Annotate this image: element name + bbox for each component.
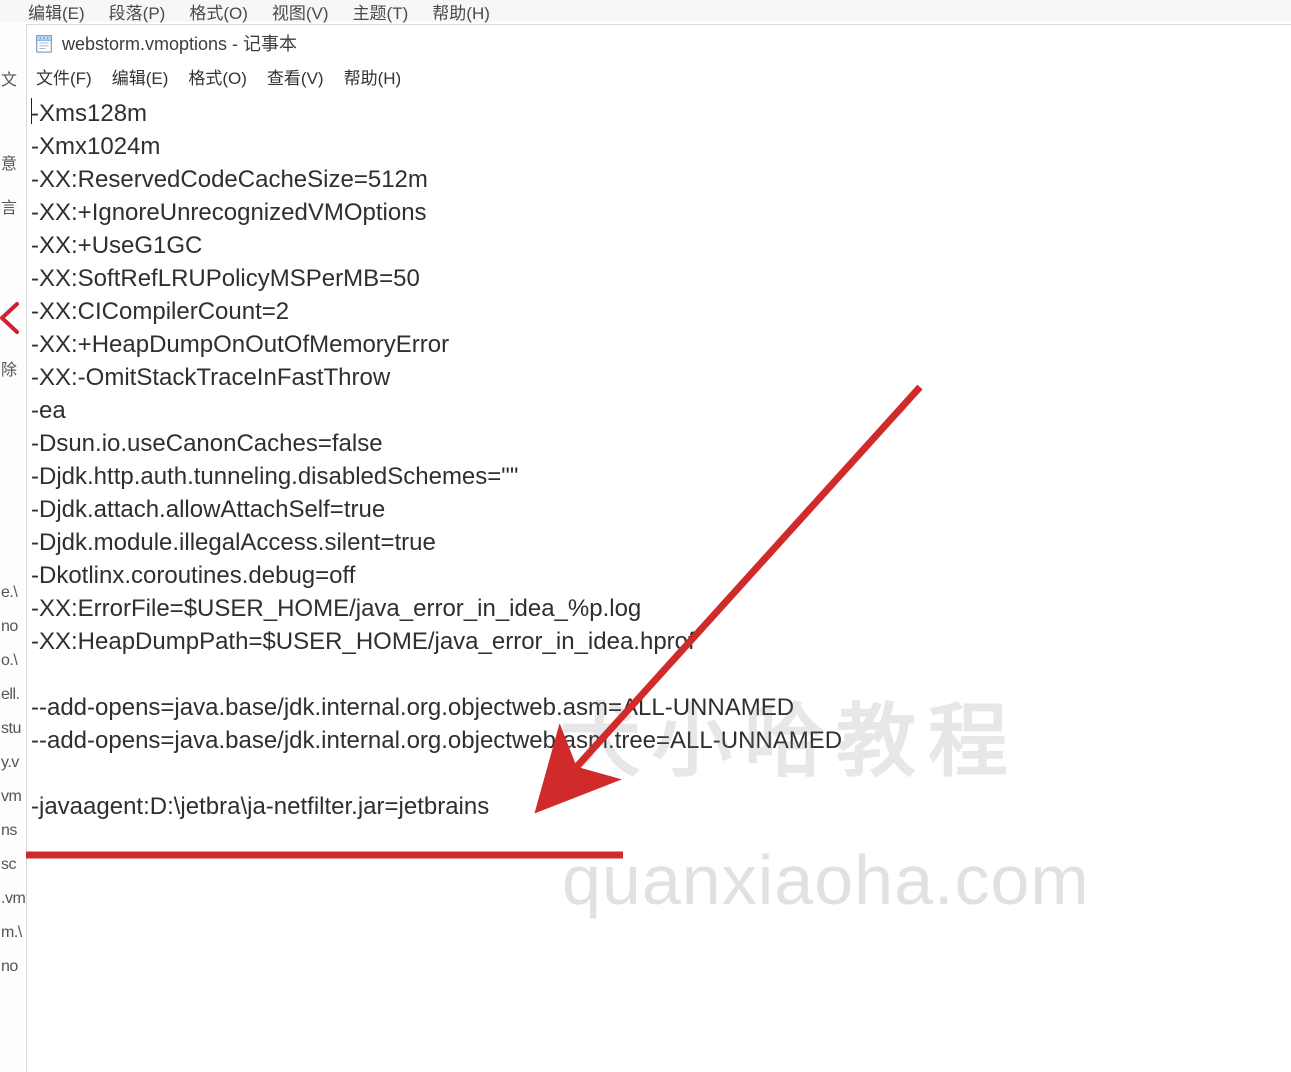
editor-line: -javaagent:D:\jetbra\ja-netfilter.jar=je…	[31, 793, 489, 820]
editor-line: -Xmx1024m	[31, 133, 160, 160]
background-app-menubar: 编辑(E) 段落(P) 格式(O) 视图(V) 主题(T) 帮助(H)	[0, 0, 1291, 22]
background-text-fragment: no	[1, 618, 18, 636]
editor-line: -Djdk.http.auth.tunneling.disabledScheme…	[31, 463, 518, 490]
background-text-fragment: ns	[1, 822, 17, 840]
bg-menu-item[interactable]: 格式(O)	[189, 0, 248, 24]
notepad-menubar: 文件(F) 编辑(E) 格式(O) 查看(V) 帮助(H)	[27, 61, 1291, 91]
background-text-fragment: 意	[1, 150, 17, 174]
editor-line: -XX:+IgnoreUnrecognizedVMOptions	[31, 199, 427, 226]
menu-format[interactable]: 格式(O)	[185, 63, 250, 90]
editor-line: -XX:ErrorFile=$USER_HOME/java_error_in_i…	[31, 595, 641, 622]
editor-line: -XX:ReservedCodeCacheSize=512m	[31, 166, 428, 193]
editor-line: -Djdk.attach.allowAttachSelf=true	[31, 496, 385, 523]
background-text-fragment: e.\	[1, 584, 17, 602]
editor-line: -XX:CICompilerCount=2	[31, 298, 289, 325]
editor-line: --add-opens=java.base/jdk.internal.org.o…	[31, 694, 794, 721]
window-titlebar[interactable]: webstorm.vmoptions - 记事本	[27, 25, 1291, 61]
editor-line: -ea	[31, 397, 66, 424]
background-text-fragment: ell.	[1, 686, 19, 704]
editor-line: -Dkotlinx.coroutines.debug=off	[31, 562, 355, 589]
editor-line: -XX:HeapDumpPath=$USER_HOME/java_error_i…	[31, 628, 695, 655]
menu-help[interactable]: 帮助(H)	[341, 63, 405, 90]
editor-line: --add-opens=java.base/jdk.internal.org.o…	[31, 727, 842, 754]
editor-line: -XX:-OmitStackTraceInFastThrow	[31, 364, 390, 391]
background-text-fragment: 除	[1, 356, 17, 380]
bg-menu-item[interactable]: 主题(T)	[353, 0, 409, 24]
background-text-fragment: .vm	[1, 890, 25, 908]
editor-line: -XX:SoftRefLRUPolicyMSPerMB=50	[31, 265, 420, 292]
notepad-window: webstorm.vmoptions - 记事本 文件(F) 编辑(E) 格式(…	[26, 24, 1291, 1072]
background-text-fragment: o.\	[1, 652, 17, 670]
text-editor-area[interactable]: -Xms128m -Xmx1024m -XX:ReservedCodeCache…	[27, 91, 1291, 823]
background-text-fragment: stu	[1, 720, 21, 738]
background-left-strip: 文意言除 e.\ no o.\ ell. stu y.v vm ns sc .vm m.\ no	[0, 22, 24, 1072]
bg-menu-item[interactable]: 段落(P)	[109, 0, 166, 24]
menu-view[interactable]: 查看(V)	[264, 63, 327, 90]
editor-line: -XX:+HeapDumpOnOutOfMemoryError	[31, 331, 449, 358]
background-text-fragment: vm	[1, 788, 21, 806]
editor-line: -Dsun.io.useCanonCaches=false	[31, 430, 383, 457]
background-text-fragment: sc	[1, 856, 16, 874]
window-title: webstorm.vmoptions - 记事本	[62, 30, 297, 56]
editor-line: -XX:+UseG1GC	[31, 232, 202, 259]
background-text-fragment: 文	[1, 66, 17, 90]
menu-edit[interactable]: 编辑(E)	[109, 63, 172, 90]
background-text-fragment: y.v	[1, 754, 19, 772]
menu-file[interactable]: 文件(F)	[33, 63, 95, 90]
bg-menu-item[interactable]: 编辑(E)	[28, 0, 85, 24]
editor-line: -Djdk.module.illegalAccess.silent=true	[31, 529, 436, 556]
background-text-fragment: m.\	[1, 924, 22, 942]
bg-menu-item[interactable]: 帮助(H)	[432, 0, 490, 24]
editor-line: -Xms128m	[31, 100, 147, 127]
background-text-fragment: no	[1, 958, 18, 976]
background-text-fragment: 言	[1, 194, 17, 218]
bg-menu-item[interactable]: 视图(V)	[272, 0, 329, 24]
notepad-icon	[33, 32, 55, 54]
